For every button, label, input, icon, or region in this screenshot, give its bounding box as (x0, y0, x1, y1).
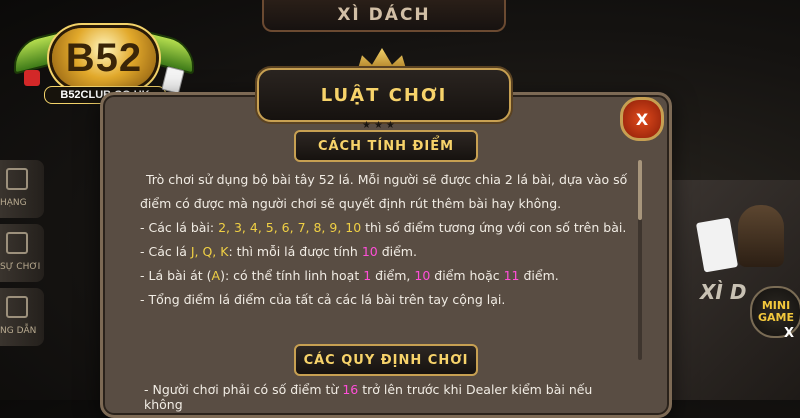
side-menu-item-rules[interactable]: SỰ CHƠI (0, 224, 44, 282)
rule-total-points: - Tổng điểm lá điểm của tất cả các lá bà… (140, 292, 506, 307)
document-icon (6, 232, 28, 254)
trophy-icon (6, 168, 28, 190)
modal-header: LUẬT CHƠI (257, 68, 511, 122)
book-icon (6, 296, 28, 318)
rule-face-cards: - Các lá J, Q, K: thì mỗi lá được tính 1… (140, 244, 417, 259)
rule-number-cards: - Các lá bài: 2, 3, 4, 5, 6, 7, 8, 9, 10… (140, 220, 627, 235)
logo-brand: B52 (52, 28, 156, 88)
character-image (738, 205, 784, 267)
side-menu-item-rank[interactable]: HẠNG (0, 160, 44, 218)
game-title-bar: XÌ DÁCH (262, 0, 506, 32)
dice-icon (24, 70, 40, 86)
cards-icon (161, 66, 185, 94)
rule-ace-card: - Lá bài át (A): có thể tính linh hoạt 1… (140, 268, 559, 283)
promo-game-text: XÌ D (700, 280, 747, 304)
side-menu: HẠNG SỰ CHƠI NG DẪN (0, 160, 44, 352)
modal-title: LUẬT CHƠI (320, 84, 448, 106)
close-icon: X (635, 109, 649, 129)
side-menu-label: SỰ CHƠI (0, 262, 41, 272)
scrollbar-thumb[interactable] (638, 160, 642, 220)
section-regulations-title: CÁC QUY ĐỊNH CHƠI (294, 344, 478, 376)
side-menu-label: NG DẪN (0, 326, 37, 336)
close-button[interactable]: X (620, 97, 664, 141)
section-scoring-title: CÁCH TÍNH ĐIỂM (294, 130, 478, 162)
rule-minimum-points: - Người chơi phải có số điểm từ 16 trở l… (144, 382, 593, 412)
side-menu-item-guide[interactable]: NG DẪN (0, 288, 44, 346)
rules-intro: Trò chơi sử dụng bộ bài tây 52 lá. Mỗi n… (140, 172, 628, 211)
mini-game-close-icon[interactable]: X (784, 326, 798, 341)
side-menu-label: HẠNG (0, 198, 27, 208)
game-title: XÌ DÁCH (337, 5, 431, 25)
mini-game-label: MINI GAME (757, 299, 794, 324)
rules-content: Trò chơi sử dụng bộ bài tây 52 lá. Mỗi n… (140, 168, 636, 312)
